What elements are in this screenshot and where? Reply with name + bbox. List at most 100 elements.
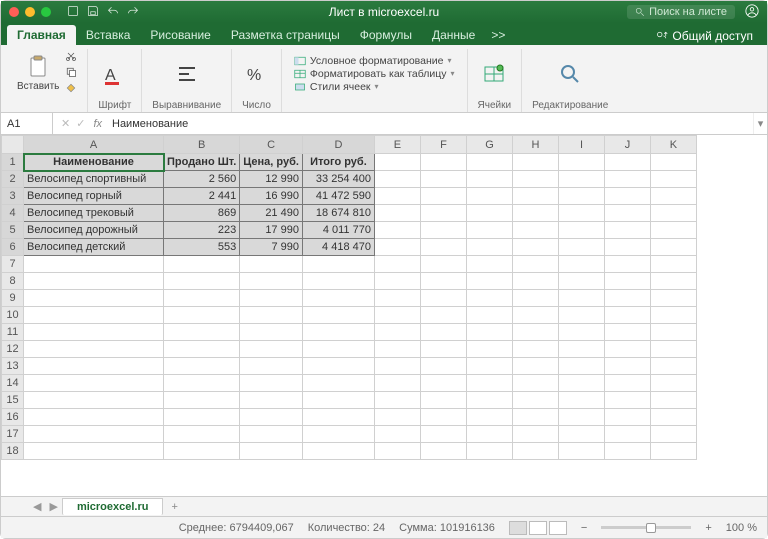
- cell-F11[interactable]: [420, 324, 466, 341]
- col-header-H[interactable]: H: [512, 136, 558, 154]
- cell-I15[interactable]: [558, 392, 604, 409]
- cell-K15[interactable]: [650, 392, 696, 409]
- cell-D17[interactable]: [302, 426, 374, 443]
- cell-I5[interactable]: [558, 222, 604, 239]
- cell-K14[interactable]: [650, 375, 696, 392]
- cell-G13[interactable]: [466, 358, 512, 375]
- tab-overflow[interactable]: >>: [485, 25, 511, 45]
- cell-H2[interactable]: [512, 171, 558, 188]
- cell-A2[interactable]: Велосипед спортивный: [24, 171, 164, 188]
- row-header-18[interactable]: 18: [2, 443, 24, 460]
- col-header-G[interactable]: G: [466, 136, 512, 154]
- zoom-out-button[interactable]: −: [581, 522, 587, 534]
- cell-I6[interactable]: [558, 239, 604, 256]
- cell-D12[interactable]: [302, 341, 374, 358]
- window-close-button[interactable]: [9, 7, 19, 17]
- cell-F13[interactable]: [420, 358, 466, 375]
- cell-D8[interactable]: [302, 273, 374, 290]
- cell-A8[interactable]: [24, 273, 164, 290]
- cell-K2[interactable]: [650, 171, 696, 188]
- cell-J10[interactable]: [604, 307, 650, 324]
- cell-A17[interactable]: [24, 426, 164, 443]
- user-icon[interactable]: [745, 4, 759, 21]
- cell-E10[interactable]: [374, 307, 420, 324]
- cell-H7[interactable]: [512, 256, 558, 273]
- cell-J12[interactable]: [604, 341, 650, 358]
- cell-G2[interactable]: [466, 171, 512, 188]
- cell-F14[interactable]: [420, 375, 466, 392]
- cell-C12[interactable]: [240, 341, 303, 358]
- cell-B7[interactable]: [164, 256, 240, 273]
- cell-E14[interactable]: [374, 375, 420, 392]
- row-header-1[interactable]: 1: [2, 154, 24, 171]
- cell-J9[interactable]: [604, 290, 650, 307]
- cell-G15[interactable]: [466, 392, 512, 409]
- cell-J17[interactable]: [604, 426, 650, 443]
- cell-D5[interactable]: 4 011 770: [302, 222, 374, 239]
- cell-G9[interactable]: [466, 290, 512, 307]
- cell-C11[interactable]: [240, 324, 303, 341]
- autosave-icon[interactable]: [67, 5, 79, 20]
- cell-H4[interactable]: [512, 205, 558, 222]
- cell-I4[interactable]: [558, 205, 604, 222]
- cell-K8[interactable]: [650, 273, 696, 290]
- cell-C1[interactable]: Цена, руб.: [240, 154, 303, 171]
- col-header-E[interactable]: E: [374, 136, 420, 154]
- sheet-nav-right-icon[interactable]: ▶: [45, 500, 61, 513]
- cell-J7[interactable]: [604, 256, 650, 273]
- cell-G17[interactable]: [466, 426, 512, 443]
- cell-G10[interactable]: [466, 307, 512, 324]
- cell-K17[interactable]: [650, 426, 696, 443]
- cell-C13[interactable]: [240, 358, 303, 375]
- cell-F18[interactable]: [420, 443, 466, 460]
- cell-A12[interactable]: [24, 341, 164, 358]
- cell-F16[interactable]: [420, 409, 466, 426]
- cell-H12[interactable]: [512, 341, 558, 358]
- cell-H3[interactable]: [512, 188, 558, 205]
- cell-D3[interactable]: 41 472 590: [302, 188, 374, 205]
- cell-C5[interactable]: 17 990: [240, 222, 303, 239]
- zoom-in-button[interactable]: +: [705, 522, 711, 534]
- cell-G14[interactable]: [466, 375, 512, 392]
- cell-D6[interactable]: 4 418 470: [302, 239, 374, 256]
- row-header-13[interactable]: 13: [2, 358, 24, 375]
- cell-I9[interactable]: [558, 290, 604, 307]
- paste-button[interactable]: Вставить: [17, 55, 59, 92]
- cell-H1[interactable]: [512, 154, 558, 171]
- cell-D11[interactable]: [302, 324, 374, 341]
- cell-A4[interactable]: Велосипед трековый: [24, 205, 164, 222]
- cell-D4[interactable]: 18 674 810: [302, 205, 374, 222]
- spreadsheet-grid[interactable]: ABCDEFGHIJK1НаименованиеПродано Шт.Цена,…: [1, 135, 767, 496]
- row-header-9[interactable]: 9: [2, 290, 24, 307]
- cell-D9[interactable]: [302, 290, 374, 307]
- cell-H6[interactable]: [512, 239, 558, 256]
- cell-E11[interactable]: [374, 324, 420, 341]
- row-header-2[interactable]: 2: [2, 171, 24, 188]
- undo-icon[interactable]: [107, 5, 119, 20]
- cell-F5[interactable]: [420, 222, 466, 239]
- row-header-5[interactable]: 5: [2, 222, 24, 239]
- row-header-11[interactable]: 11: [2, 324, 24, 341]
- cell-C8[interactable]: [240, 273, 303, 290]
- cell-C3[interactable]: 16 990: [240, 188, 303, 205]
- cell-F4[interactable]: [420, 205, 466, 222]
- cell-F17[interactable]: [420, 426, 466, 443]
- cell-F3[interactable]: [420, 188, 466, 205]
- cell-A18[interactable]: [24, 443, 164, 460]
- cell-J15[interactable]: [604, 392, 650, 409]
- cell-B1[interactable]: Продано Шт.: [164, 154, 240, 171]
- cell-H11[interactable]: [512, 324, 558, 341]
- cell-E8[interactable]: [374, 273, 420, 290]
- row-header-17[interactable]: 17: [2, 426, 24, 443]
- cell-A3[interactable]: Велосипед горный: [24, 188, 164, 205]
- format-painter-button[interactable]: [65, 82, 77, 97]
- cancel-formula-icon[interactable]: ✕: [61, 117, 70, 130]
- cell-B8[interactable]: [164, 273, 240, 290]
- cell-A14[interactable]: [24, 375, 164, 392]
- row-header-15[interactable]: 15: [2, 392, 24, 409]
- cell-B3[interactable]: 2 441: [164, 188, 240, 205]
- cell-K1[interactable]: [650, 154, 696, 171]
- cell-H15[interactable]: [512, 392, 558, 409]
- cell-E15[interactable]: [374, 392, 420, 409]
- tab-page-layout[interactable]: Разметка страницы: [221, 25, 350, 45]
